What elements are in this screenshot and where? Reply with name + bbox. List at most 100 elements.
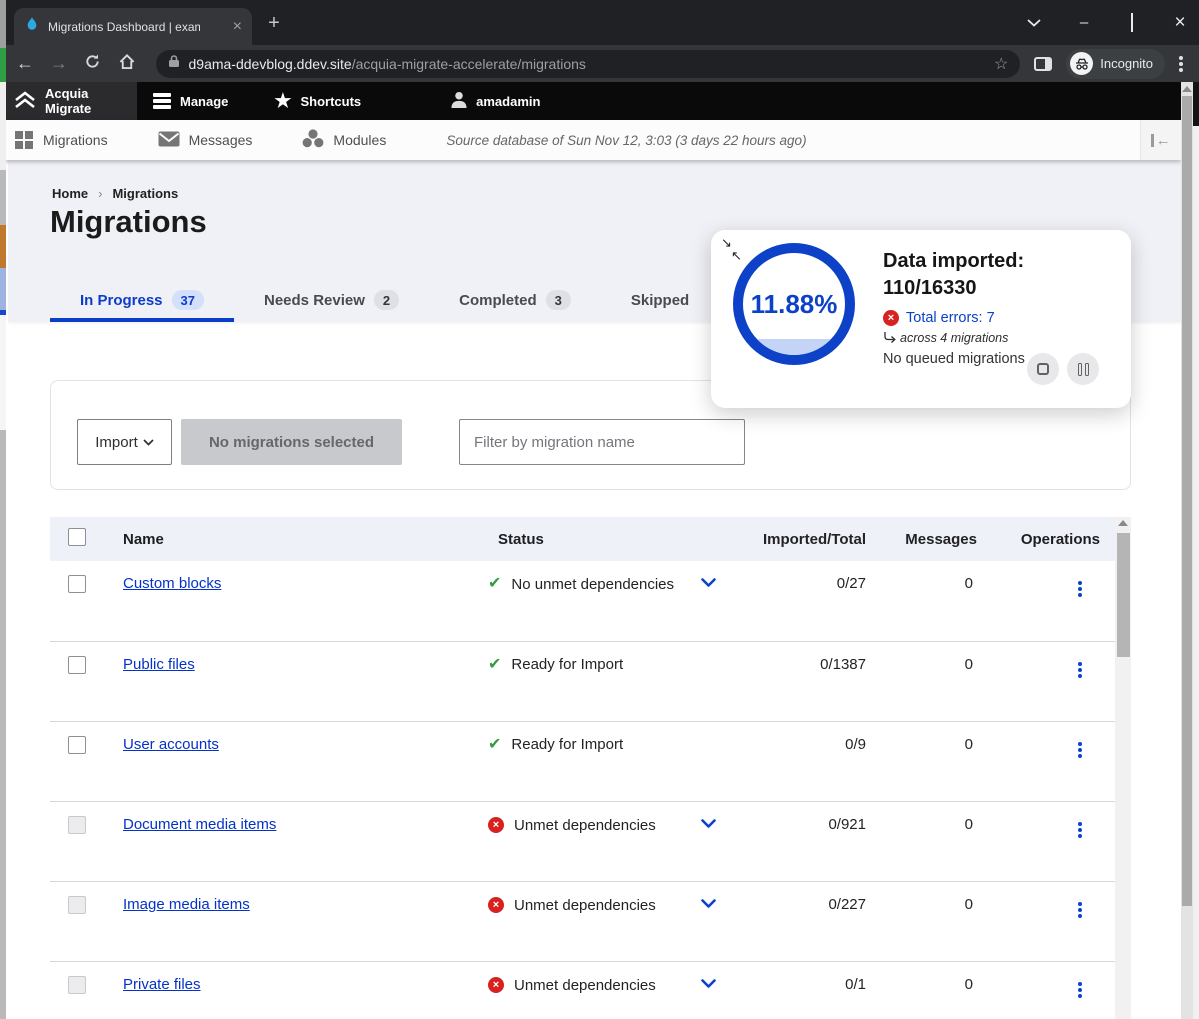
status-expand-chevron-icon[interactable] [701,575,716,593]
migrations-table-body: Custom blocks✔No unmet dependencies0/270… [50,561,1131,1019]
chevron-down-icon [143,439,154,446]
row-operations-kebab-button[interactable] [1078,587,1082,591]
pause-icon [1078,363,1089,376]
imported-total-value: 0/1387 [730,642,880,673]
row-operations-kebab-button[interactable] [1078,828,1082,832]
import-dropdown-button[interactable]: Import [77,419,172,465]
across-migrations-note: across 4 migrations [883,331,1118,345]
table-row: Custom blocks✔No unmet dependencies0/270 [50,561,1115,641]
messages-count: 0 [880,962,985,993]
home-icon[interactable] [110,53,144,75]
status-ok-icon: ✔ [488,576,501,592]
toolbar-item-shortcuts[interactable]: ★ Shortcuts [260,82,375,120]
row-checkbox[interactable] [68,575,86,593]
tab-search-chevron-icon[interactable] [1027,19,1045,27]
progress-ring: 11.88% [733,243,855,365]
migration-name-link[interactable]: Private files [123,976,201,993]
import-progress-card: ↘ ↖ 11.88% Data imported: 110/16330 × To… [711,230,1131,408]
row-operations-kebab-button[interactable] [1078,988,1082,992]
user-icon [451,91,467,111]
grid-icon [14,129,34,152]
pause-import-button[interactable] [1067,353,1099,385]
reload-icon[interactable] [76,53,110,75]
row-operations-kebab-button[interactable] [1078,908,1082,912]
row-checkbox[interactable] [68,656,86,674]
select-all-checkbox[interactable] [68,528,86,546]
migrations-table: Name Status Imported/Total Messages Oper… [50,517,1131,1019]
imported-total-value: 0/227 [730,882,880,913]
subnav-item-modules[interactable]: Modules [288,129,400,151]
window-close-button[interactable]: × [1171,12,1189,34]
scroll-up-icon[interactable] [1182,86,1192,92]
source-database-note: Source database of Sun Nov 12, 3:03 (3 d… [446,133,806,148]
drupal-admin-toolbar: Acquia Migrate Manage ★ Shortcuts amadam… [0,82,1181,120]
scroll-up-icon[interactable] [1118,520,1128,526]
table-row: Public files✔Ready for Import0/13870 [50,641,1115,721]
window-maximize-button[interactable] [1123,14,1141,31]
migration-name-link[interactable]: Public files [123,656,195,673]
page-scrollbar-thumb[interactable] [1182,96,1192,906]
messages-count: 0 [880,561,985,592]
column-header-messages: Messages [880,531,985,548]
shrink-arrow-icon[interactable]: ↖ [731,249,742,262]
breadcrumb-current: Migrations [112,186,178,201]
tab-count-badge: 3 [546,290,571,310]
toolbar-item-user[interactable]: amadamin [437,82,554,120]
status-error-icon: × [488,897,504,913]
column-header-name: Name [110,531,480,548]
table-scrollbar-thumb[interactable] [1117,533,1130,657]
table-row: Image media items × Unmet dependencies 0/22… [50,881,1115,961]
browser-tab[interactable]: Migrations Dashboard | example × [14,8,252,45]
status-error-icon: × [488,817,504,833]
lock-icon [168,54,180,73]
row-checkbox [68,976,86,994]
table-scrollbar[interactable] [1115,517,1131,1019]
status-expand-chevron-icon[interactable] [701,816,716,834]
forward-icon: → [42,53,76,74]
migration-name-link[interactable]: Document media items [123,816,276,833]
filter-migration-input[interactable] [459,419,745,465]
row-operations-kebab-button[interactable] [1078,748,1082,752]
tab-completed[interactable]: Completed 3 [429,278,601,322]
page-scrollbar[interactable] [1181,82,1193,1019]
hook-arrow-icon [883,332,896,344]
address-bar-input[interactable]: d9ama-ddevblog.ddev.site/acquia-migrate-… [156,50,1021,78]
status-expand-chevron-icon[interactable] [701,976,716,994]
new-tab-button[interactable]: + [262,11,286,35]
status-text: Ready for Import [511,656,623,673]
side-panel-icon[interactable] [1034,57,1052,71]
total-errors-link[interactable]: Total errors: 7 [906,310,995,326]
row-checkbox[interactable] [68,736,86,754]
breadcrumb-home-link[interactable]: Home [52,186,88,201]
tab-label: Skipped [631,292,689,309]
status-ok-icon: ✔ [488,657,501,673]
migration-name-link[interactable]: Custom blocks [123,575,221,592]
envelope-icon [158,131,180,150]
tab-in-progress[interactable]: In Progress37 [50,278,234,322]
breadcrumb-separator: › [98,186,102,201]
subnav-item-migrations[interactable]: Migrations [0,129,122,152]
toolbar-collapse-button[interactable]: ← [1140,120,1181,160]
subnav-item-messages[interactable]: Messages [144,131,267,150]
back-icon[interactable]: ← [8,53,42,74]
column-header-operations: Operations [985,531,1115,548]
migration-name-link[interactable]: User accounts [123,736,219,753]
star-icon: ★ [274,90,291,113]
browser-url-bar: ← → d9ama-ddevblog.ddev.site/acquia-migr… [0,45,1199,82]
row-operations-kebab-button[interactable] [1078,668,1082,672]
stop-import-button[interactable] [1027,353,1059,385]
tab-needs-review[interactable]: Needs Review2 [234,278,429,322]
browser-menu-icon[interactable] [1179,62,1183,66]
error-icon: × [883,310,899,326]
tab-skipped[interactable]: Skipped [601,278,719,322]
migration-name-link[interactable]: Image media items [123,896,250,913]
tab-label: Completed [459,292,537,309]
maximize-icon [1131,13,1133,32]
toolbar-item-manage[interactable]: Manage [139,82,242,120]
status-expand-chevron-icon[interactable] [701,896,716,914]
bookmark-star-icon[interactable]: ☆ [994,54,1008,74]
status-text: Unmet dependencies [514,897,656,914]
tab-close-icon[interactable]: × [233,19,242,35]
window-minimize-button[interactable]: – [1075,14,1093,31]
toolbar-item-acquia-migrate[interactable]: Acquia Migrate [0,82,137,120]
